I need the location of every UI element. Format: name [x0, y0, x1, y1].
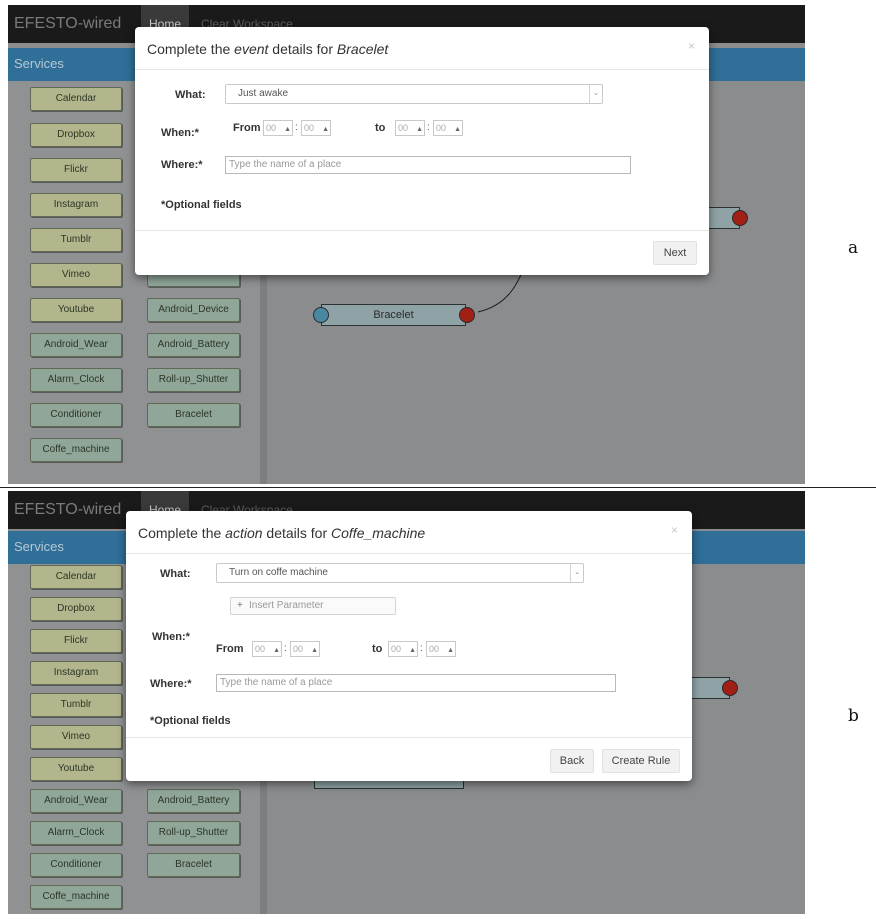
- service-alarm-clock[interactable]: Alarm_Clock: [30, 821, 122, 845]
- app-brand: EFESTO-wired: [14, 501, 122, 518]
- from-hour-input[interactable]: 00 ▲: [263, 120, 293, 136]
- time-placeholder: 00: [266, 123, 277, 133]
- service-conditioner[interactable]: Conditioner: [30, 853, 122, 877]
- modal-footer-divider: [126, 737, 692, 738]
- modal-title-middle: details for: [262, 525, 332, 541]
- to-minute-input[interactable]: 00 ▲: [426, 641, 456, 657]
- to-hour-input[interactable]: 00 ▲: [395, 120, 425, 136]
- when-label: When:*: [161, 127, 199, 139]
- to-minute-input[interactable]: 00 ▲: [433, 120, 463, 136]
- time-colon: :: [295, 122, 298, 133]
- spinner-icon[interactable]: ▲: [447, 644, 454, 658]
- modal-header-divider: [126, 553, 692, 554]
- modal-title: Complete the event details for Bracelet: [147, 41, 388, 57]
- time-colon: :: [284, 643, 287, 654]
- action-details-modal: Complete the action details for Coffe_ma…: [126, 511, 692, 781]
- from-minute-input[interactable]: 00 ▲: [290, 641, 320, 657]
- modal-title-type: event: [234, 41, 269, 57]
- what-label: What:: [160, 568, 191, 580]
- when-label: When:*: [152, 631, 190, 643]
- modal-title-type: action: [225, 525, 263, 541]
- close-icon[interactable]: ×: [688, 39, 695, 53]
- spinner-icon[interactable]: ▲: [322, 123, 329, 137]
- to-label: to: [375, 122, 386, 134]
- optional-fields-note: *Optional fields: [150, 715, 231, 727]
- panel-label-a: a: [848, 238, 859, 258]
- from-label: From: [216, 643, 244, 655]
- spinner-icon[interactable]: ▲: [311, 644, 318, 658]
- optional-fields-note: *Optional fields: [161, 199, 242, 211]
- services-title: Services: [14, 539, 64, 554]
- what-select-value: Just awake: [238, 88, 289, 99]
- create-rule-button[interactable]: Create Rule: [602, 749, 680, 773]
- what-select-value: Turn on coffe machine: [229, 567, 328, 578]
- spinner-icon[interactable]: ▲: [454, 123, 461, 137]
- plus-icon: +: [237, 600, 243, 611]
- node-output-port[interactable]: [732, 210, 748, 226]
- where-input[interactable]: Type the name of a place: [225, 156, 631, 174]
- service-instagram[interactable]: Instagram: [30, 661, 122, 685]
- to-label: to: [372, 643, 383, 655]
- node-output-port[interactable]: [722, 680, 738, 696]
- spinner-icon[interactable]: ▲: [416, 123, 423, 137]
- insert-parameter-label: Insert Parameter: [249, 600, 324, 611]
- modal-header-divider: [135, 69, 709, 70]
- from-label: From: [233, 122, 261, 134]
- service-android-battery[interactable]: Android_Battery: [147, 789, 240, 813]
- modal-title-prefix: Complete the: [138, 525, 226, 541]
- screenshot-panel-b: EFESTO-wired Home Clear Workspace Servic…: [8, 491, 805, 914]
- modal-footer-divider: [135, 230, 709, 231]
- what-select[interactable]: Just awake ⌄: [225, 84, 603, 104]
- chevron-down-icon: ⌄: [589, 85, 602, 103]
- node-output-port[interactable]: [459, 307, 475, 323]
- spinner-icon[interactable]: ▲: [273, 644, 280, 658]
- workspace-node-bracelet[interactable]: Bracelet: [321, 304, 466, 326]
- to-hour-input[interactable]: 00 ▲: [388, 641, 418, 657]
- modal-title: Complete the action details for Coffe_ma…: [138, 525, 425, 541]
- time-placeholder: 00: [398, 123, 409, 133]
- time-placeholder: 00: [304, 123, 315, 133]
- from-hour-input[interactable]: 00 ▲: [252, 641, 282, 657]
- service-tumblr[interactable]: Tumblr: [30, 693, 122, 717]
- service-android-wear[interactable]: Android_Wear: [30, 789, 122, 813]
- time-placeholder: 00: [293, 644, 304, 654]
- back-button[interactable]: Back: [550, 749, 594, 773]
- modal-title-service: Bracelet: [336, 41, 389, 57]
- next-button[interactable]: Next: [653, 241, 697, 265]
- spinner-icon[interactable]: ▲: [409, 644, 416, 658]
- time-placeholder: 00: [436, 123, 447, 133]
- insert-parameter-button[interactable]: + Insert Parameter: [230, 597, 396, 615]
- panel-label-b: b: [848, 706, 859, 726]
- time-placeholder: 00: [255, 644, 266, 654]
- what-label: What:: [175, 89, 206, 101]
- modal-title-prefix: Complete the: [147, 41, 235, 57]
- what-select[interactable]: Turn on coffe machine ⌄: [216, 563, 584, 583]
- screenshot-panel-a: EFESTO-wired Home Clear Workspace Servic…: [8, 5, 805, 484]
- from-minute-input[interactable]: 00 ▲: [301, 120, 331, 136]
- service-roll-up-shutter[interactable]: Roll-up_Shutter: [147, 821, 240, 845]
- service-vimeo[interactable]: Vimeo: [30, 725, 122, 749]
- service-calendar[interactable]: Calendar: [30, 565, 122, 589]
- where-label: Where:*: [161, 159, 203, 171]
- service-youtube[interactable]: Youtube: [30, 757, 122, 781]
- node-input-port[interactable]: [313, 307, 329, 323]
- service-bracelet[interactable]: Bracelet: [147, 853, 240, 877]
- time-colon: :: [420, 643, 423, 654]
- event-details-modal: Complete the event details for Bracelet …: [135, 27, 709, 275]
- service-dropbox[interactable]: Dropbox: [30, 597, 122, 621]
- chevron-down-icon: ⌄: [570, 564, 583, 582]
- time-placeholder: 00: [391, 644, 402, 654]
- panel-separator: [0, 487, 876, 488]
- where-label: Where:*: [150, 678, 192, 690]
- time-placeholder: 00: [429, 644, 440, 654]
- where-input[interactable]: Type the name of a place: [216, 674, 616, 692]
- spinner-icon[interactable]: ▲: [284, 123, 291, 137]
- service-coffe-machine[interactable]: Coffe_machine: [30, 885, 122, 909]
- close-icon[interactable]: ×: [671, 523, 678, 537]
- time-colon: :: [427, 122, 430, 133]
- modal-title-service: Coffe_machine: [331, 525, 426, 541]
- service-flickr[interactable]: Flickr: [30, 629, 122, 653]
- modal-title-middle: details for: [268, 41, 337, 57]
